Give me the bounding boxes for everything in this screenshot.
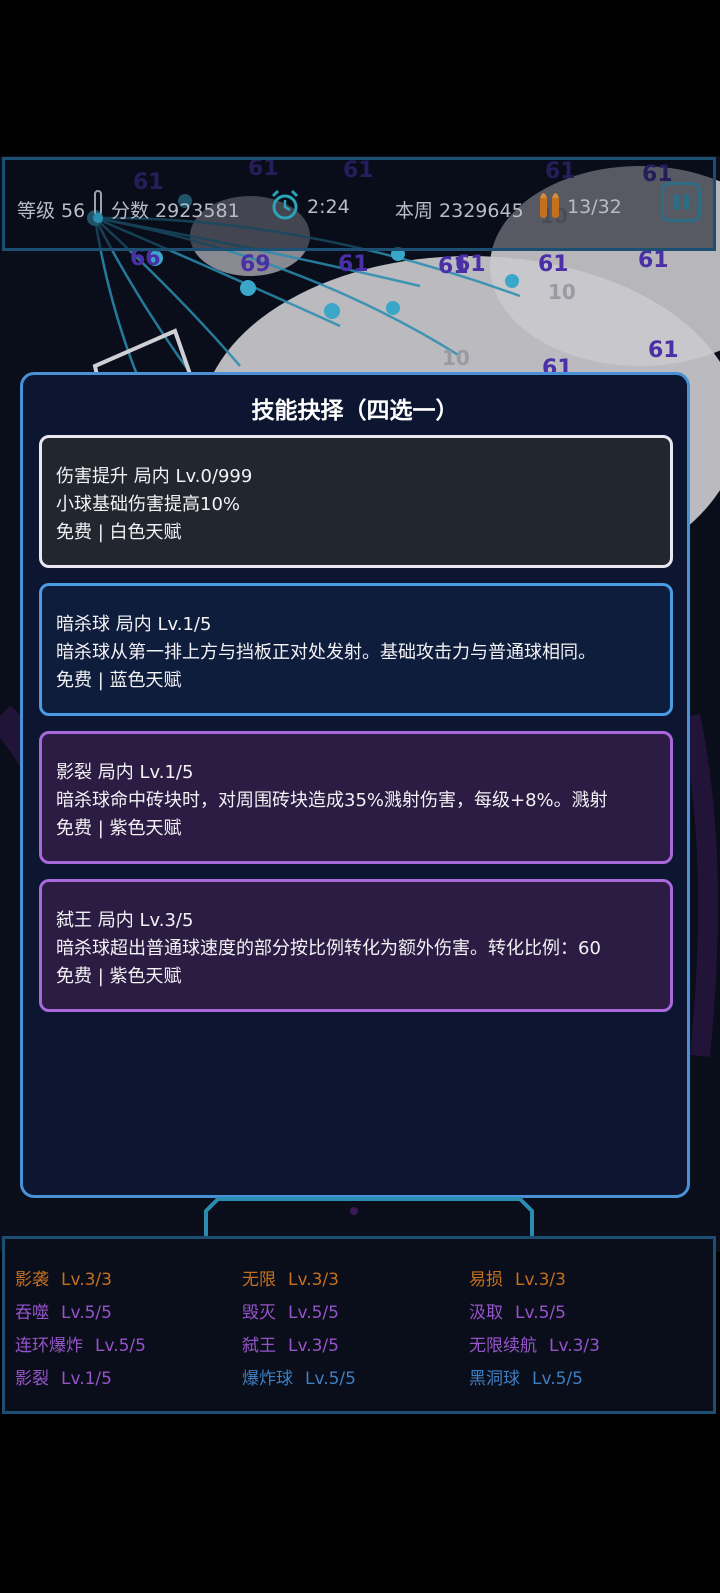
pause-icon xyxy=(674,194,679,210)
skill-name: 吞噬 xyxy=(15,1303,49,1323)
skill-level: Lv.5/5 xyxy=(61,1303,112,1323)
skill-description: 小球基础伤害提高10% xyxy=(56,494,241,515)
skill-level: Lv.3/3 xyxy=(515,1270,566,1290)
skill-card-shadow-split[interactable]: 影裂 局内 Lv.1/5 暗杀球命中砖块时，对周围砖块造成35%溅射伤害，每级+… xyxy=(39,731,673,864)
skill-level: Lv.3/3 xyxy=(549,1336,600,1356)
skill-name: 汲取 xyxy=(469,1303,503,1323)
damage-number: 61 xyxy=(638,248,669,273)
dialog-title: 技能抉择（四选一） xyxy=(251,398,459,424)
skill-name: 毁灭 xyxy=(242,1303,276,1323)
skill-level: Lv.3/3 xyxy=(61,1270,112,1290)
owned-skill-item: 影裂 Lv.1/5 xyxy=(15,1364,112,1389)
owned-skill-item: 汲取 Lv.5/5 xyxy=(469,1298,566,1323)
skill-name: 爆炸球 xyxy=(242,1369,293,1389)
thermometer-icon xyxy=(91,190,105,228)
skill-level: Lv.5/5 xyxy=(532,1369,583,1389)
ammo-icon xyxy=(537,188,563,226)
skill-choice-dialog: 技能抉择（四选一） 伤害提升 局内 Lv.0/999 小球基础伤害提高10% 免… xyxy=(20,372,690,1198)
damage-number: 61 xyxy=(538,252,569,277)
skill-level: Lv.5/5 xyxy=(95,1336,146,1356)
skill-description: 暗杀球超出普通球速度的部分按比例转化为额外伤害。转化比例：60 xyxy=(56,938,601,959)
skill-name: 影裂 xyxy=(15,1369,49,1389)
skill-description: 暗杀球命中砖块时，对周围砖块造成35%溅射伤害，每级+8%。溅射 xyxy=(56,790,608,811)
owned-skill-item: 无限续航 Lv.3/3 xyxy=(469,1331,600,1356)
score-label: 分数 2923581 xyxy=(111,200,240,222)
skill-level: Lv.5/5 xyxy=(515,1303,566,1323)
owned-skill-item: 影袭 Lv.3/3 xyxy=(15,1265,112,1290)
damage-number: 61 xyxy=(338,252,369,277)
damage-number: 10 xyxy=(442,346,470,370)
timer: 2:24 xyxy=(307,196,350,218)
skill-cost-rarity: 免费 | 紫色天赋 xyxy=(56,818,182,839)
player-level: 等级 56 xyxy=(17,200,86,222)
skill-level: Lv.1/5 xyxy=(61,1369,112,1389)
skill-name: 易损 xyxy=(469,1270,503,1290)
skill-name: 无限续航 xyxy=(469,1336,537,1356)
panel-tab-frame xyxy=(204,1197,534,1239)
skill-name-level: 弑王 局内 Lv.3/5 xyxy=(56,910,194,931)
skill-name-level: 影裂 局内 Lv.1/5 xyxy=(56,762,194,783)
skill-name: 弑王 xyxy=(242,1336,276,1356)
skill-name: 影袭 xyxy=(15,1270,49,1290)
owned-skills-panel: 影袭 Lv.3/3 无限 Lv.3/3 易损 Lv.3/3 吞噬 Lv.5/5 毁灭 Lv… xyxy=(2,1236,716,1414)
skill-card-damage-up[interactable]: 伤害提升 局内 Lv.0/999 小球基础伤害提高10% 免费 | 白色天赋 xyxy=(39,435,673,568)
owned-skill-item: 黑洞球 Lv.5/5 xyxy=(469,1364,583,1389)
skill-cost-rarity: 免费 | 紫色天赋 xyxy=(56,966,182,987)
skill-level: Lv.3/5 xyxy=(288,1336,339,1356)
hud-bar: 等级 56 分数 2923581 2:24 本周 2329645 13/32 xyxy=(2,157,716,251)
owned-skill-item: 无限 Lv.3/3 xyxy=(242,1265,339,1290)
skill-name: 连环爆炸 xyxy=(15,1336,83,1356)
damage-number: 10 xyxy=(548,280,576,304)
skill-name: 黑洞球 xyxy=(469,1369,520,1389)
ammo-count: 13/32 xyxy=(567,196,622,218)
skill-description: 暗杀球从第一排上方与挡板正对处发射。基础攻击力与普通球相同。 xyxy=(56,642,596,663)
damage-number: 69 xyxy=(240,252,271,277)
weekly-score: 本周 2329645 xyxy=(395,200,524,222)
owned-skill-item: 毁灭 Lv.5/5 xyxy=(242,1298,339,1323)
pause-button[interactable] xyxy=(661,182,701,222)
skill-level: Lv.5/5 xyxy=(305,1369,356,1389)
skill-cost-rarity: 免费 | 白色天赋 xyxy=(56,522,182,543)
skill-card-assassin-ball[interactable]: 暗杀球 局内 Lv.1/5 暗杀球从第一排上方与挡板正对处发射。基础攻击力与普通… xyxy=(39,583,673,716)
owned-skill-item: 弑王 Lv.3/5 xyxy=(242,1331,339,1356)
owned-skill-item: 爆炸球 Lv.5/5 xyxy=(242,1364,356,1389)
skill-cost-rarity: 免费 | 蓝色天赋 xyxy=(56,670,182,691)
skill-card-regicide[interactable]: 弑王 局内 Lv.3/5 暗杀球超出普通球速度的部分按比例转化为额外伤害。转化比… xyxy=(39,879,673,1012)
skill-name: 无限 xyxy=(242,1270,276,1290)
alarm-clock-icon xyxy=(269,188,301,226)
skill-name-level: 伤害提升 局内 Lv.0/999 xyxy=(56,466,253,487)
skill-name-level: 暗杀球 局内 Lv.1/5 xyxy=(56,614,212,635)
pause-icon xyxy=(684,194,689,210)
damage-number: 61 xyxy=(455,252,486,277)
skill-level: Lv.3/3 xyxy=(288,1270,339,1290)
damage-number: 61 xyxy=(648,338,679,363)
skill-level: Lv.5/5 xyxy=(288,1303,339,1323)
owned-skill-item: 连环爆炸 Lv.5/5 xyxy=(15,1331,146,1356)
owned-skill-item: 吞噬 Lv.5/5 xyxy=(15,1298,112,1323)
owned-skill-item: 易损 Lv.3/3 xyxy=(469,1265,566,1290)
